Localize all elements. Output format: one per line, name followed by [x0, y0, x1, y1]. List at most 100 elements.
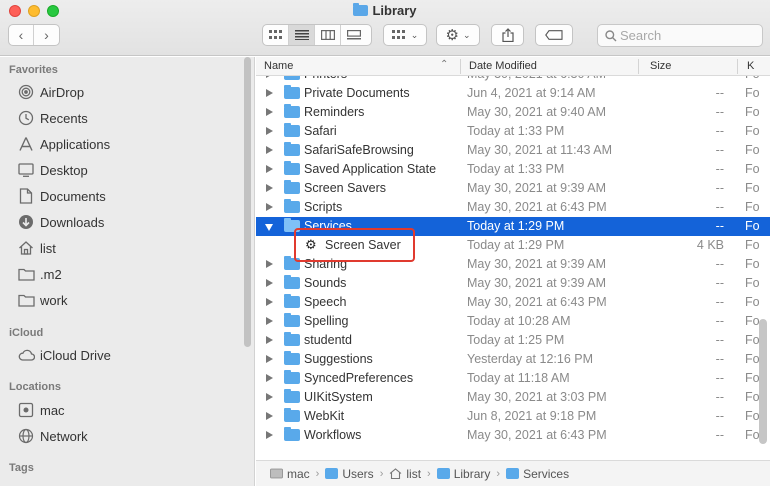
disclosure-triangle-icon[interactable]: [266, 203, 273, 211]
file-row[interactable]: SafariSafeBrowsing May 30, 2021 at 11:43 …: [256, 141, 770, 160]
disclosure-triangle-icon[interactable]: [266, 374, 273, 382]
path-segment-services[interactable]: Services: [506, 467, 569, 481]
search-input[interactable]: [620, 27, 760, 44]
file-row[interactable]: studentd Today at 1:25 PM -- Fo: [256, 331, 770, 350]
disclosure-triangle-icon[interactable]: [266, 393, 273, 401]
disclosure-triangle-icon[interactable]: [266, 127, 273, 135]
sidebar-item-list[interactable]: list: [17, 238, 56, 258]
icon-view-button[interactable]: [263, 25, 289, 45]
column-date-header[interactable]: Date Modified: [469, 60, 537, 72]
path-segment-library[interactable]: Library: [436, 467, 490, 481]
disclosure-triangle-icon[interactable]: [266, 431, 273, 439]
disclosure-triangle-icon[interactable]: [266, 184, 273, 192]
file-row[interactable]: SyncedPreferences Today at 11:18 AM -- Fo: [256, 369, 770, 388]
file-size: --: [715, 295, 724, 309]
disclosure-triangle-icon[interactable]: [266, 146, 273, 154]
file-row[interactable]: Screen Savers May 30, 2021 at 9:39 AM -- Fo: [256, 179, 770, 198]
disk-icon: [270, 468, 283, 479]
file-row[interactable]: Reminders May 30, 2021 at 9:40 AM -- Fo: [256, 103, 770, 122]
column-divider[interactable]: [638, 59, 639, 74]
disclosure-triangle-icon[interactable]: [266, 298, 273, 306]
file-date-modified: May 30, 2021 at 11:43 AM: [467, 143, 613, 157]
file-kind: Fo: [745, 352, 760, 366]
file-kind: Fo: [745, 200, 760, 214]
column-name-header[interactable]: Name: [264, 60, 293, 72]
file-list-scrollbar[interactable]: [759, 319, 767, 444]
file-row[interactable]: Safari Today at 1:33 PM -- Fo: [256, 122, 770, 141]
disclosure-triangle-icon[interactable]: [266, 260, 273, 268]
disclosure-triangle-icon[interactable]: [266, 89, 273, 97]
file-date-modified: May 30, 2021 at 9:39 AM: [467, 181, 606, 195]
airdrop-icon: [17, 84, 35, 100]
disclosure-triangle-icon[interactable]: [266, 336, 273, 344]
folder-icon: [436, 468, 450, 479]
file-row[interactable]: Scripts May 30, 2021 at 6:43 PM -- Fo: [256, 198, 770, 217]
gallery-view-button[interactable]: [341, 25, 367, 45]
sidebar-item-documents[interactable]: Documents: [17, 186, 106, 206]
column-size-header[interactable]: Size: [650, 60, 671, 72]
folder-icon: [284, 351, 300, 365]
file-row[interactable]: Suggestions Yesterday at 12:16 PM -- Fo: [256, 350, 770, 369]
file-kind: Fo: [745, 428, 760, 442]
clock-icon: [17, 110, 35, 126]
file-kind: Fo: [745, 105, 760, 119]
network-icon: [17, 428, 35, 444]
disclosure-triangle-icon[interactable]: [266, 355, 273, 363]
sidebar-scrollbar[interactable]: [244, 57, 251, 347]
forward-button[interactable]: ›: [34, 25, 59, 45]
file-row[interactable]: Speech May 30, 2021 at 6:43 PM -- Fo: [256, 293, 770, 312]
file-row[interactable]: WebKit Jun 8, 2021 at 9:18 PM -- Fo: [256, 407, 770, 426]
sidebar-item-applications[interactable]: Applications: [17, 134, 110, 154]
folder-icon: [17, 292, 35, 308]
share-button[interactable]: [491, 24, 524, 46]
file-date-modified: Jun 4, 2021 at 9:14 AM: [467, 86, 596, 100]
file-row[interactable]: UIKitSystem May 30, 2021 at 3:03 PM -- Fo: [256, 388, 770, 407]
sidebar-item-mac[interactable]: mac: [17, 400, 65, 420]
sidebar-item-work[interactable]: work: [17, 290, 67, 310]
group-by-button[interactable]: ⌄: [383, 24, 427, 46]
path-segment-list[interactable]: list: [389, 467, 421, 481]
folder-icon: [353, 3, 369, 16]
sidebar-item-downloads[interactable]: Downloads: [17, 212, 104, 232]
disclosure-triangle-icon[interactable]: [266, 317, 273, 325]
path-segment-mac[interactable]: mac: [270, 467, 310, 481]
search-field[interactable]: [597, 24, 763, 47]
toolbar: Library ‹ › ⌄ ⚙ ⌄: [0, 0, 770, 56]
sidebar-item-desktop[interactable]: Desktop: [17, 160, 88, 180]
column-kind-header[interactable]: K: [747, 60, 754, 72]
folder-icon: [284, 408, 300, 422]
file-row[interactable]: Saved Application State Today at 1:33 PM -…: [256, 160, 770, 179]
file-row[interactable]: Private Documents Jun 4, 2021 at 9:14 AM -…: [256, 84, 770, 103]
file-size: --: [715, 409, 724, 423]
column-divider[interactable]: [460, 59, 461, 74]
file-date-modified: Today at 10:28 AM: [467, 314, 571, 328]
path-segment-users[interactable]: Users: [325, 467, 374, 481]
sidebar-item-airdrop[interactable]: AirDrop: [17, 82, 84, 102]
tag-button[interactable]: [535, 24, 573, 46]
list-view-button[interactable]: [289, 25, 315, 45]
disclosure-triangle-icon[interactable]: [266, 165, 273, 173]
disclosure-triangle-icon[interactable]: [266, 279, 273, 287]
disclosure-triangle-icon[interactable]: [266, 108, 273, 116]
sidebar-item-label: Network: [40, 428, 88, 444]
file-kind: Fo: [745, 124, 760, 138]
disclosure-triangle-expanded-icon[interactable]: [265, 224, 273, 231]
action-menu-button[interactable]: ⚙ ⌄: [436, 24, 480, 46]
file-size: 4 KB: [696, 238, 724, 252]
sidebar-item-icloud-drive[interactable]: iCloud Drive: [17, 345, 111, 365]
sidebar-item-m2[interactable]: .m2: [17, 264, 62, 284]
column-view-button[interactable]: [315, 25, 341, 45]
file-size: --: [715, 219, 724, 233]
file-kind: Fo: [745, 409, 760, 423]
file-kind: Fo: [745, 219, 760, 233]
disclosure-triangle-icon[interactable]: [266, 412, 273, 420]
file-row[interactable]: Spelling Today at 10:28 AM -- Fo: [256, 312, 770, 331]
file-row[interactable]: Workflows May 30, 2021 at 6:43 PM -- Fo: [256, 426, 770, 445]
sidebar-item-recents[interactable]: Recents: [17, 108, 88, 128]
sidebar-item-network[interactable]: Network: [17, 426, 88, 446]
file-name: Sounds: [304, 276, 347, 290]
list-view-icon: [294, 30, 309, 40]
column-divider[interactable]: [737, 59, 738, 74]
back-button[interactable]: ‹: [9, 25, 35, 45]
file-row[interactable]: Sounds May 30, 2021 at 9:39 AM -- Fo: [256, 274, 770, 293]
